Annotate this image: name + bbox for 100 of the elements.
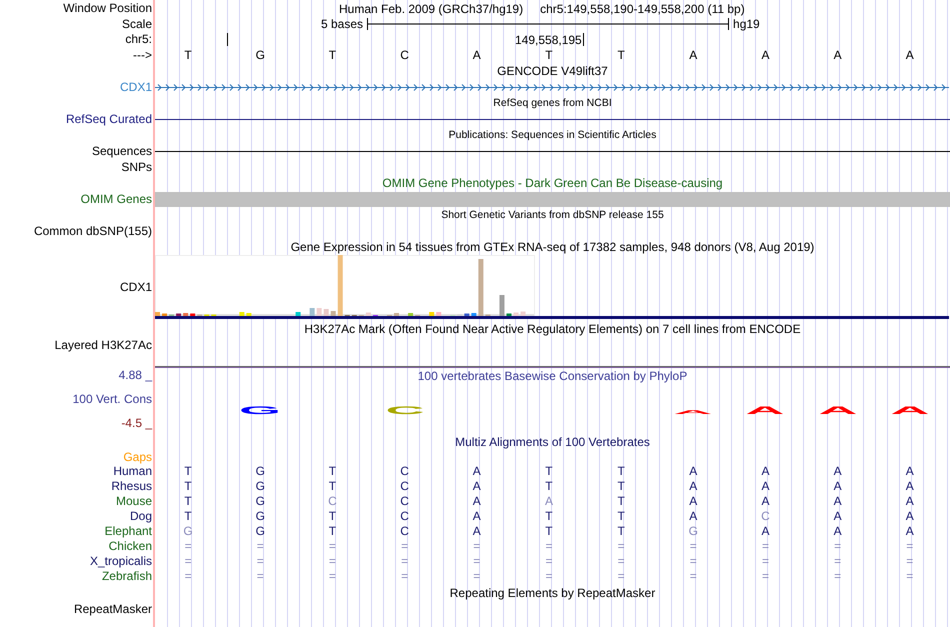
assembly-text: Human Feb. 2009 (GRCh37/hg19)	[339, 2, 524, 16]
expression-bar	[155, 312, 160, 316]
ruler-tick	[582, 33, 584, 46]
logo-letter: A	[746, 404, 785, 417]
alignment-base: A	[689, 479, 698, 494]
alignment-base: T	[545, 524, 553, 539]
expression-bar	[316, 308, 322, 316]
alignment-base: A	[906, 509, 914, 524]
alignment-base: A	[834, 464, 842, 479]
alignment-base: A	[544, 494, 553, 509]
logo-letter: A	[818, 404, 858, 417]
alignment-base: T	[617, 479, 625, 494]
alignment-base: T	[328, 479, 336, 494]
logo-letter: C	[385, 404, 424, 417]
track-label: Scale	[122, 18, 152, 30]
alignment-base: T	[328, 509, 336, 524]
strand-label: --->	[133, 48, 152, 62]
alignment-base: A	[472, 464, 481, 479]
track-label: Human	[113, 465, 152, 478]
expression-bar	[330, 311, 336, 316]
alignment-base: G	[256, 509, 265, 524]
alignment-base: C	[400, 494, 409, 509]
expression-bar	[183, 313, 188, 316]
alignment-base: =	[473, 569, 480, 584]
axis-max-label: 4.88 _	[118, 369, 152, 382]
alignment-base: =	[834, 539, 842, 554]
alignment-base: A	[689, 464, 698, 479]
alignment-base: =	[762, 554, 769, 569]
alignment-base: A	[906, 494, 914, 509]
alignment-base: =	[256, 554, 264, 569]
track-title: H3K27Ac Mark (Often Found Near Active Regulatory Elements) on 7 cell lines from ENCODE	[304, 322, 801, 336]
alignment-base: C	[328, 494, 337, 509]
ruler-position: 149,558,195	[515, 33, 582, 47]
alignment-base: C	[400, 464, 409, 479]
track-label: Dog	[130, 510, 152, 523]
scale-text: 5 bases	[321, 17, 364, 31]
base-letter: G	[256, 48, 265, 62]
base-letter: T	[184, 48, 192, 62]
alignment-base: =	[690, 569, 697, 584]
expression-bar	[176, 314, 182, 316]
alignment-base: A	[906, 464, 914, 479]
alignment-base: =	[184, 539, 192, 554]
track-label: CDX1	[120, 280, 152, 294]
alignment-base: A	[834, 524, 842, 539]
base-letter: T	[328, 48, 336, 62]
alignment-base: =	[906, 539, 914, 554]
track-label: Chicken	[108, 540, 152, 553]
track-title: Gene Expression in 54 tissues from GTEx RNA-seq of 17382 samples, 948 donors (V8, Aug 2019)	[290, 240, 814, 254]
base-letter: C	[400, 48, 409, 62]
alignment-base: =	[690, 554, 697, 569]
alignment-base: C	[400, 479, 409, 494]
track-label: OMIM Genes	[80, 192, 152, 206]
track-label: Layered H3K27Ac	[54, 339, 152, 352]
alignment-base: T	[617, 494, 625, 509]
expression-bar	[429, 312, 434, 316]
expression-bar	[478, 259, 484, 316]
alignment-base: A	[761, 524, 770, 539]
axis-min-label: -4.5 _	[121, 417, 152, 430]
alignment-base: C	[400, 509, 409, 524]
track-title: Repeating Elements by RepeatMasker	[450, 586, 656, 600]
track-label: Window Position	[63, 2, 152, 15]
track-title: OMIM Gene Phenotypes - Dark Green Can Be Disease-causing	[382, 176, 723, 190]
alignment-base: A	[834, 509, 842, 524]
alignment-base: =	[618, 539, 625, 554]
alignment-base: A	[689, 509, 698, 524]
alignment-base: T	[617, 464, 625, 479]
expression-bar	[296, 312, 301, 316]
alignment-base: =	[328, 554, 336, 569]
track-title: Publications: Sequences in Scientific Articles	[448, 128, 656, 142]
alignment-base: G	[256, 479, 265, 494]
alignment-base: =	[545, 569, 552, 584]
alignment-base: C	[400, 524, 409, 539]
track-label: RefSeq Curated	[66, 112, 152, 126]
expression-bar	[324, 309, 329, 316]
track-title: Short Genetic Variants from dbSNP release 155	[441, 208, 664, 222]
alignment-base: T	[617, 524, 625, 539]
base-letter: T	[545, 48, 553, 62]
alignment-base: =	[328, 539, 336, 554]
base-letter: T	[617, 48, 625, 62]
expression-bar	[190, 314, 196, 316]
alignment-base: G	[688, 524, 698, 539]
alignment-base: =	[618, 569, 625, 584]
alignment-base: A	[472, 494, 481, 509]
expression-bar	[162, 314, 168, 316]
track-label: Gaps	[123, 450, 152, 464]
track-label: Zebrafish	[102, 570, 152, 583]
alignment-base: C	[761, 509, 770, 524]
alignment-base: A	[472, 524, 481, 539]
alignment-base: T	[184, 464, 192, 479]
alignment-base: =	[545, 554, 552, 569]
alignment-base: T	[545, 479, 553, 494]
track-label: Common dbSNP(155)	[34, 224, 152, 238]
alignment-base: A	[906, 524, 914, 539]
alignment-base: A	[761, 464, 770, 479]
expression-bar	[520, 312, 526, 316]
track-label: SNPs	[121, 160, 152, 174]
alignment-base: =	[690, 539, 697, 554]
alignment-base: T	[545, 464, 553, 479]
alignment-base: =	[545, 539, 552, 554]
track-label: 100 Vert. Cons	[72, 393, 152, 406]
